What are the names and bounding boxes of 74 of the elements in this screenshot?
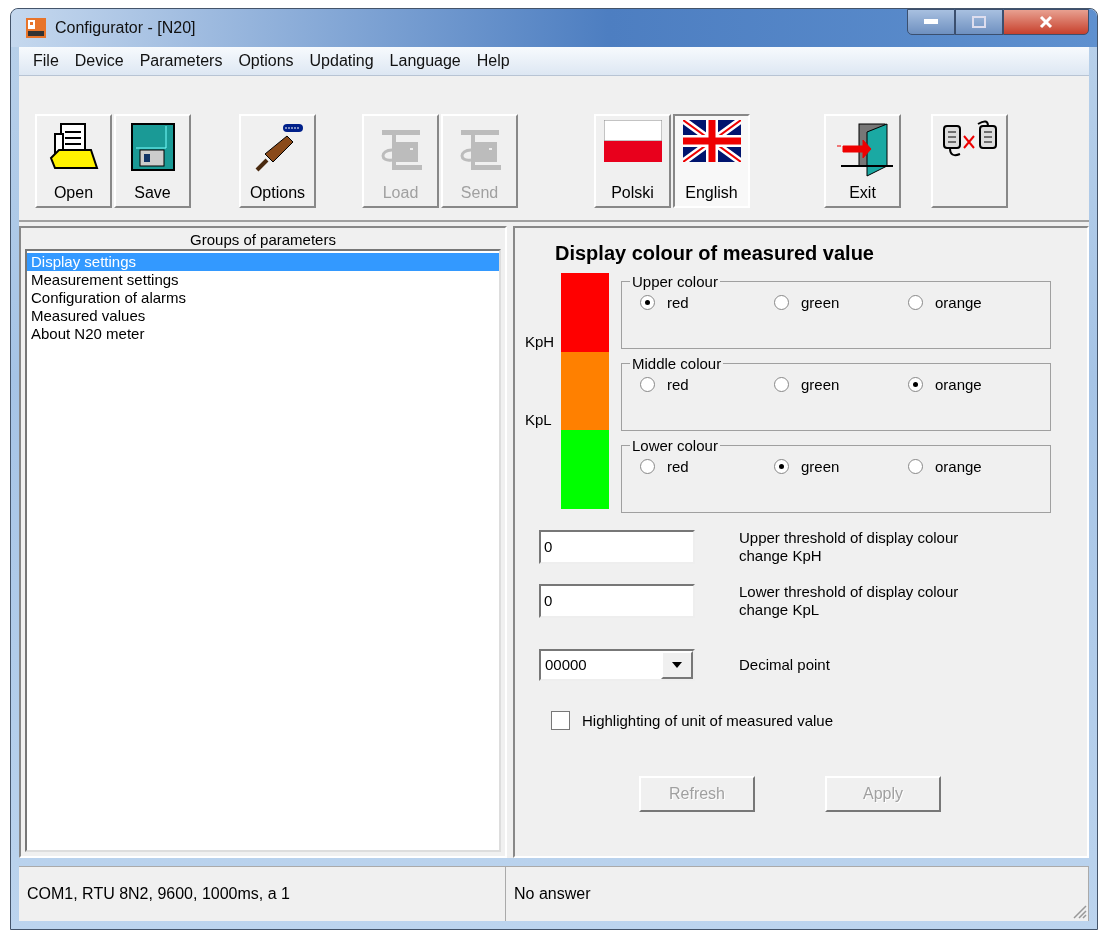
menu-item[interactable]: Options <box>232 52 304 70</box>
list-item[interactable]: About N20 meter <box>27 325 499 343</box>
list-item[interactable]: Measurement settings <box>27 271 499 289</box>
toolbar-button[interactable]: English <box>673 114 750 208</box>
field-label: Decimal point <box>739 656 831 674</box>
app-logo-icon <box>25 17 47 39</box>
radio-option[interactable]: green <box>774 294 908 311</box>
dropdown-arrow-icon <box>672 662 682 668</box>
threshold-label: KpL <box>525 411 552 429</box>
minimize-button[interactable] <box>907 9 955 35</box>
status-text: No answer <box>506 867 1089 921</box>
checkbox[interactable] <box>551 711 570 730</box>
radio-button[interactable] <box>908 459 923 474</box>
radio-button[interactable] <box>774 377 789 392</box>
menu-item[interactable]: Parameters <box>133 52 233 70</box>
toolbar-button[interactable]: Open <box>35 114 112 208</box>
radio-button[interactable] <box>640 295 655 310</box>
group-legend: Upper colour <box>630 273 720 290</box>
menu-item[interactable]: Help <box>470 52 520 70</box>
list-item[interactable]: Measured values <box>27 307 499 325</box>
input-field[interactable]: 0 <box>539 584 695 618</box>
radio-button[interactable] <box>908 377 923 392</box>
option-label: orange <box>935 294 982 311</box>
radio-option[interactable]: red <box>640 458 774 475</box>
option-label: orange <box>935 458 982 475</box>
radio-option[interactable]: green <box>774 458 908 475</box>
menu-item[interactable]: Updating <box>303 52 384 70</box>
radio-button[interactable] <box>774 295 789 310</box>
maximize-icon <box>972 16 986 28</box>
option-label: red <box>667 294 689 311</box>
british-flag-icon <box>682 120 741 162</box>
group-legend: Lower colour <box>630 437 720 454</box>
radio-option[interactable]: red <box>640 294 774 311</box>
panel-heading: Groups of parameters <box>189 230 337 249</box>
field-label: Lower threshold of display colour change KpL <box>739 583 960 619</box>
option-label: orange <box>935 376 982 393</box>
radio-button[interactable] <box>774 459 789 474</box>
radio-button[interactable] <box>640 459 655 474</box>
radio-option[interactable]: orange <box>908 294 1042 311</box>
option-label: green <box>801 294 840 311</box>
section-title: Display colour of measured value <box>555 242 875 265</box>
close-button[interactable] <box>1003 9 1089 35</box>
option-label: green <box>801 376 840 393</box>
threshold-label: KpH <box>525 332 555 350</box>
field-label: Upper threshold of display colour change KpH <box>739 529 960 565</box>
option-label: red <box>667 376 689 393</box>
toolbar-button[interactable]: Save <box>114 114 191 208</box>
minimize-icon <box>924 19 938 25</box>
input-field[interactable]: 0 <box>539 530 695 564</box>
option-label: red <box>667 458 689 475</box>
menu-item[interactable]: Device <box>68 52 134 70</box>
toolbar-button[interactable]: Exit <box>824 114 901 208</box>
toolbar-button[interactable]: Polski <box>594 114 671 208</box>
window-title: Configurator - [N20] <box>55 19 196 37</box>
radio-option[interactable]: orange <box>908 458 1042 475</box>
checkbox-label: Highlighting of unit of measured value <box>582 712 833 729</box>
dropdown-field[interactable]: 00000 <box>539 649 695 681</box>
radio-option[interactable]: orange <box>908 376 1042 393</box>
polish-flag-icon <box>603 120 662 162</box>
radio-button[interactable] <box>908 295 923 310</box>
radio-button[interactable] <box>640 377 655 392</box>
group-legend: Middle colour <box>630 355 724 372</box>
option-label: green <box>801 458 840 475</box>
radio-option[interactable]: green <box>774 376 908 393</box>
maximize-button[interactable] <box>955 9 1003 35</box>
toolbar-button[interactable]: Options <box>239 114 316 208</box>
list-item[interactable]: Configuration of alarms <box>27 289 499 307</box>
resize-grip-icon <box>1071 903 1087 919</box>
close-icon <box>1039 15 1053 29</box>
menu-item[interactable]: File <box>27 52 69 70</box>
radio-option[interactable]: red <box>640 376 774 393</box>
menu-item[interactable]: Language <box>383 52 471 70</box>
toolbar-button[interactable] <box>931 114 1008 208</box>
status-text: COM1, RTU 8N2, 9600, 1000ms, a 1 <box>19 867 506 921</box>
